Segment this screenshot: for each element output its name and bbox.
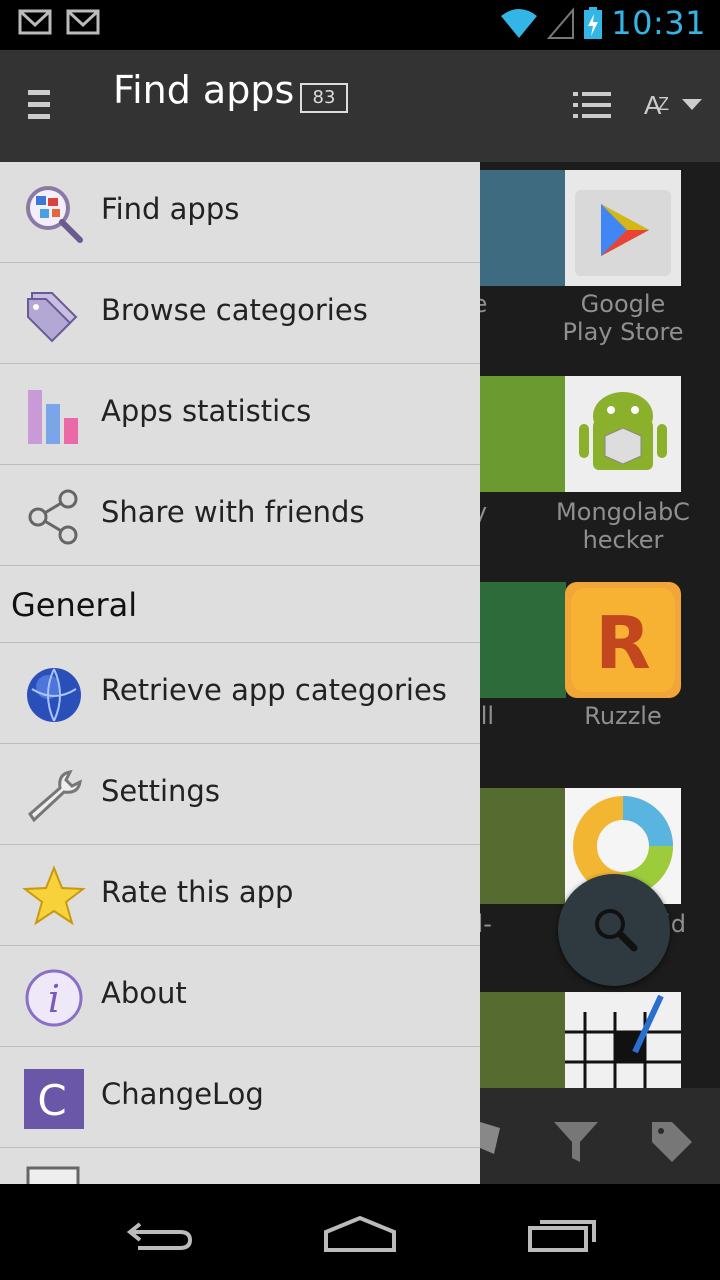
gmail-icon	[66, 9, 100, 35]
drawer-item-label: Browse categories	[101, 293, 368, 327]
app-tile-mongolab[interactable]	[565, 376, 681, 492]
app-label: MongolabC hecker	[556, 498, 690, 554]
app-tile-ruzzle[interactable]: R	[565, 582, 681, 698]
app-label: Ruzzle	[584, 702, 662, 730]
drawer-item-label: Apps statistics	[101, 394, 312, 428]
changelog-icon: C	[24, 1069, 84, 1129]
drawer-item-browse-categories[interactable]: Browse categories	[0, 263, 480, 364]
drawer-item-label: Retrieve app categories	[101, 673, 447, 707]
drawer-item-label: Share with friends	[101, 495, 365, 529]
drawer-item-label: Find apps	[101, 192, 240, 226]
chevron-down-icon	[682, 99, 702, 110]
find-apps-icon	[26, 186, 83, 243]
app-tile-crossword[interactable]	[565, 992, 681, 1088]
android-icon	[579, 392, 667, 470]
svg-text:Z: Z	[658, 94, 669, 114]
list-view-icon[interactable]	[573, 90, 611, 120]
section-title: General	[11, 586, 138, 624]
bottom-toolbar	[480, 1088, 720, 1184]
svg-text:R: R	[595, 601, 650, 685]
tags-icon	[27, 292, 78, 343]
drawer-item-rate-this-app[interactable]: Rate this app	[0, 845, 480, 946]
search-icon	[595, 909, 638, 952]
drawer-item-label: ChangeLog	[101, 1077, 264, 1111]
star-icon	[22, 865, 86, 926]
gmail-icon	[18, 9, 52, 35]
drawer-item-changelog[interactable]: C ChangeLog	[0, 1047, 480, 1148]
drawer-item-label: Rate this app	[101, 875, 294, 909]
app-tile-google-play[interactable]	[565, 170, 681, 286]
drawer-section-general: General	[0, 566, 480, 643]
nav-bar	[0, 1184, 720, 1280]
bar-chart-icon	[28, 390, 78, 444]
svg-text:i: i	[48, 977, 60, 1021]
drawer-item-find-apps[interactable]: Find apps	[0, 162, 480, 263]
status-bar: 10:31	[0, 0, 720, 50]
clock: 10:31	[611, 4, 706, 42]
drawer-item-label: About	[101, 976, 187, 1010]
signal-icon	[547, 7, 575, 39]
navigation-drawer: Find apps Browse categories Apps statist…	[0, 162, 480, 1184]
drawer-item-apps-statistics[interactable]: Apps statistics	[0, 364, 480, 465]
play-store-icon	[575, 190, 671, 276]
drawer-item-about[interactable]: i About	[0, 946, 480, 1047]
battery-charging-icon	[584, 7, 603, 39]
sort-menu[interactable]: A Z	[644, 88, 702, 120]
svg-text:C: C	[37, 1076, 66, 1125]
info-icon: i	[25, 969, 83, 1027]
globe-icon	[27, 668, 81, 722]
share-icon	[28, 489, 78, 545]
wrench-icon	[28, 770, 82, 823]
drawer-item-settings[interactable]: Settings	[0, 744, 480, 845]
recents-icon[interactable]	[526, 1214, 598, 1254]
back-icon[interactable]	[126, 1218, 194, 1252]
app-label: Google Play Store	[562, 290, 684, 346]
document-icon	[26, 1166, 80, 1184]
app-count-badge: 83	[300, 83, 348, 113]
ruzzle-icon: R	[571, 588, 675, 692]
drawer-item-more[interactable]	[0, 1148, 480, 1184]
home-icon[interactable]	[322, 1214, 398, 1254]
action-bar: Find apps 83 A Z	[0, 50, 720, 162]
filter-icon[interactable]	[552, 1120, 600, 1164]
menu-icon[interactable]	[28, 90, 50, 126]
search-fab[interactable]	[558, 874, 670, 986]
drawer-item-label: Settings	[101, 774, 220, 808]
tag-icon[interactable]	[648, 1118, 696, 1166]
sort-az-icon: A Z	[644, 90, 669, 120]
drawer-item-share-with-friends[interactable]: Share with friends	[0, 465, 480, 566]
wifi-icon	[501, 9, 538, 38]
box-icon[interactable]	[480, 1118, 504, 1158]
page-title[interactable]: Find apps	[113, 68, 294, 112]
drawer-item-retrieve-app-categories[interactable]: Retrieve app categories	[0, 643, 480, 744]
crossword-icon	[565, 992, 681, 1088]
